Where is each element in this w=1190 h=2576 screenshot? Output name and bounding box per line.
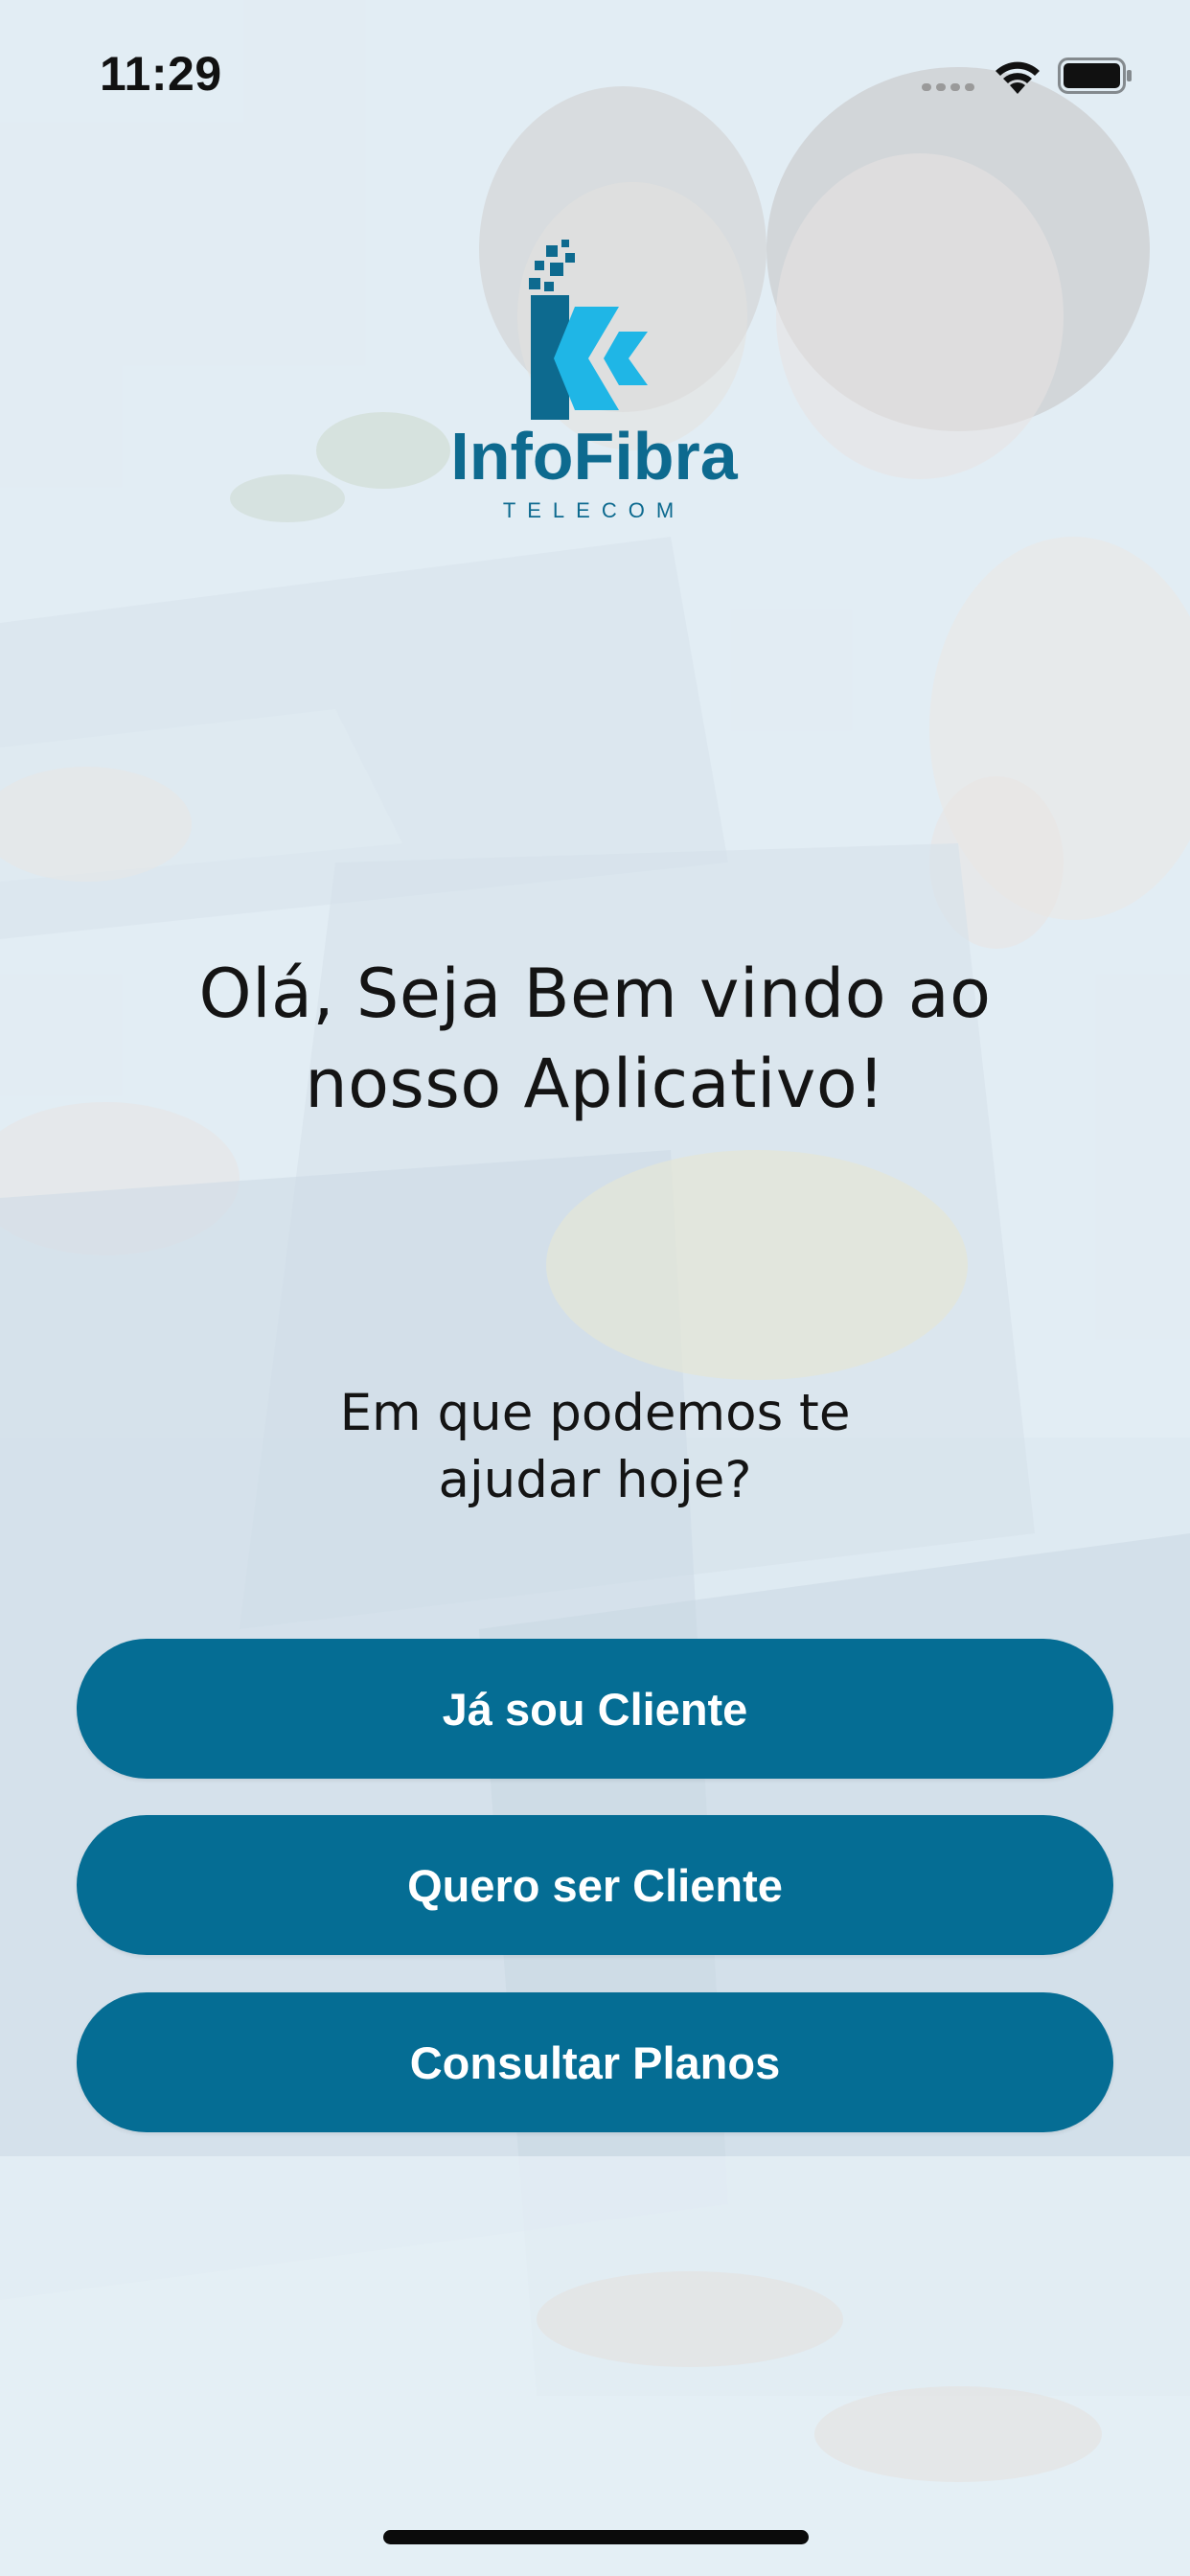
logo-brand-sub: TELECOM — [503, 498, 685, 522]
existing-client-button[interactable]: Já sou Cliente — [77, 1639, 1113, 1779]
help-prompt-line-2: ajudar hoje? — [438, 1451, 752, 1509]
wifi-icon — [995, 61, 1040, 94]
welcome-line-2: nosso Aplicativo! — [305, 1045, 885, 1123]
cellular-signal-icon — [922, 83, 974, 91]
logo-subtitle: TELECOM — [503, 498, 685, 522]
status-time: 11:29 — [100, 47, 222, 101]
welcome-line-1: Olá, Seja Bem vindo ao — [198, 954, 992, 1033]
logo-brand-name: InfoFibra — [450, 419, 738, 494]
status-bar: 11:29 — [0, 0, 1190, 144]
home-indicator[interactable] — [383, 2530, 809, 2544]
help-prompt: Em que podemos te ajudar hoje? — [192, 1380, 998, 1514]
battery-icon — [1058, 58, 1132, 94]
view-plans-button[interactable]: Consultar Planos — [77, 1992, 1113, 2132]
logo-wordmark: InfoFibra — [450, 419, 738, 494]
help-prompt-line-1: Em que podemos te — [339, 1384, 851, 1442]
welcome-heading: Olá, Seja Bem vindo ao nosso Aplicativo! — [96, 949, 1094, 1129]
infofibra-logo: InfoFibra TELECOM — [431, 238, 757, 525]
become-client-button[interactable]: Quero ser Cliente — [77, 1815, 1113, 1955]
